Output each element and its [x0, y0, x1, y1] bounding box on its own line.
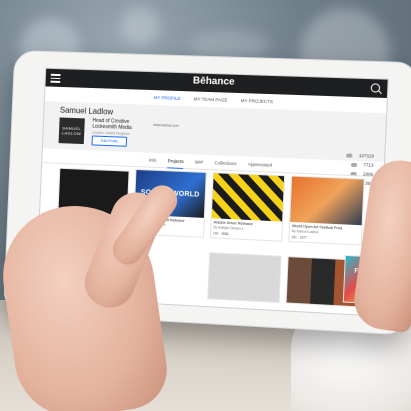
tab-projects[interactable]: Projects [167, 154, 184, 169]
project-card[interactable]: World Open Art Festival Prod. By Samuel … [288, 175, 365, 246]
subnav-my-projects[interactable]: MY PROJECTS [240, 93, 273, 109]
project-thumbnail[interactable] [208, 253, 281, 303]
profile-website-link[interactable]: www.ladlow.com [153, 123, 179, 128]
photo-scene: Bēhance MY PROFILE MY TEAM PAGE MY PROJE… [0, 0, 411, 411]
tab-wip[interactable]: WIP [195, 155, 204, 168]
tab-appreciated[interactable]: Appreciated [248, 158, 273, 172]
background-bokeh [120, 6, 160, 46]
tab-collections[interactable]: Collections [214, 156, 237, 170]
avatar: SAMUEL LADLOW [58, 117, 85, 145]
tab-info[interactable]: Info [149, 154, 157, 167]
project-card[interactable]: Aradox Driver Rebrand By Multiple Owners… [209, 172, 286, 242]
project-thumbnail[interactable] [211, 173, 285, 222]
subnav-my-team-page[interactable]: MY TEAM PAGE [193, 91, 228, 107]
profile-title: Head of Creative Lockesmith Media [92, 118, 132, 131]
profile-name: Samuel Ladlow [59, 105, 114, 117]
project-card[interactable] [207, 252, 282, 304]
edit-profile-button[interactable]: Edit Profile [91, 135, 128, 147]
stat-value: 127119 [358, 152, 375, 159]
eye-icon [346, 152, 353, 158]
project-thumbnail[interactable] [290, 176, 364, 226]
search-icon[interactable] [370, 83, 381, 93]
